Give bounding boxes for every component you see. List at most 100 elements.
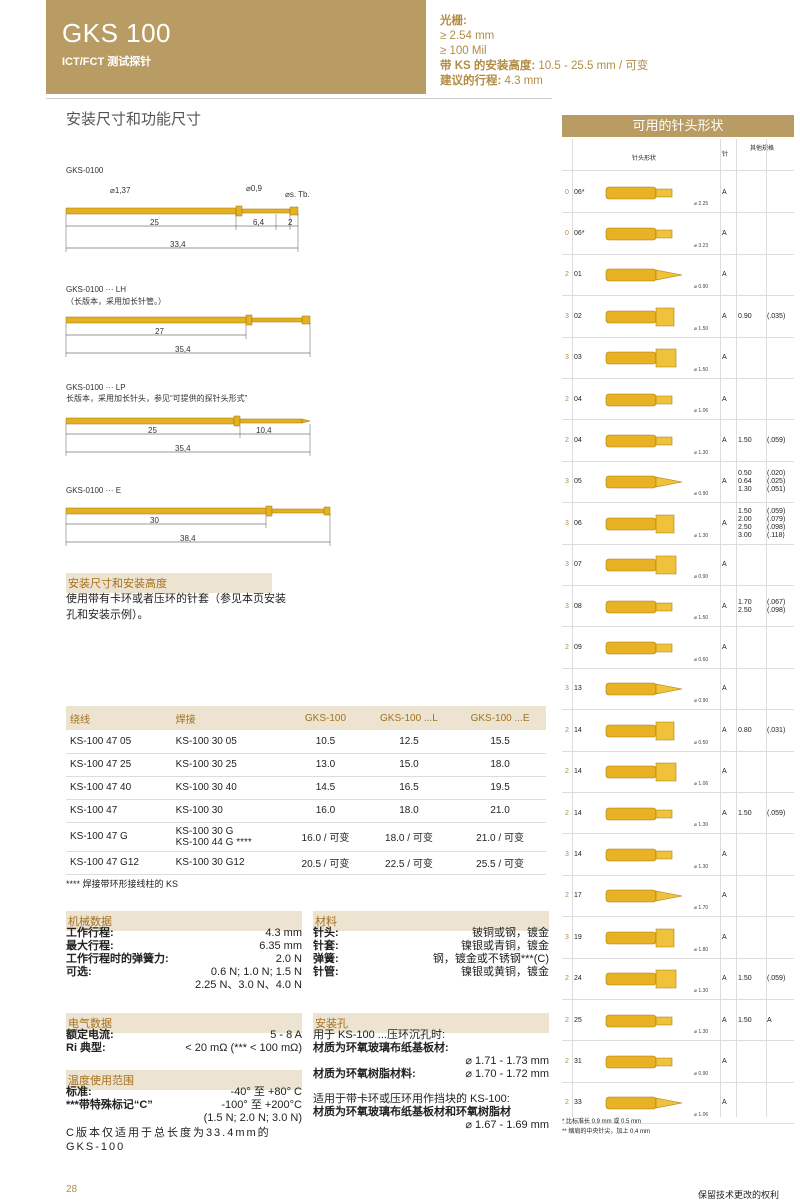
table-cell: KS-100 30 G KS-100 44 G **** bbox=[171, 822, 288, 852]
pin-tip-icon bbox=[605, 928, 675, 948]
drawing-dia1: ⌀1,37 bbox=[110, 186, 131, 195]
pin-tip-icon bbox=[605, 600, 673, 613]
pin-tip-icon bbox=[605, 227, 673, 241]
kv-value: 2.25 N、3.0 N、4.0 N bbox=[195, 979, 302, 991]
pin-a: A bbox=[722, 1058, 727, 1066]
pin-col-alt: 其他规格 bbox=[749, 146, 774, 152]
hole-line: 用于 KS-100 ...压环沉孔时: bbox=[313, 1029, 446, 1041]
pin-tip-icon bbox=[605, 1014, 673, 1027]
pin-a: A bbox=[722, 1016, 727, 1024]
dim-2: 6,4 bbox=[253, 218, 265, 227]
kv-row: 工作行程: 4.3 mm bbox=[66, 927, 302, 940]
spec-grid-mm: ≥ 2.54 mm bbox=[440, 30, 495, 42]
pin-a: A bbox=[722, 437, 727, 445]
pin-d: ⌀ 1.50 bbox=[694, 615, 709, 622]
pin-v1: 1.70 2.50 bbox=[738, 598, 752, 614]
kv-row: 针管: 镍银或黄铜，镀金 bbox=[313, 966, 549, 979]
table-cell: KS-100 30 40 bbox=[171, 776, 288, 800]
pin-s: 24 bbox=[574, 975, 582, 983]
pin-row: 2 17 A ⌀ 1.70 bbox=[562, 876, 794, 918]
pin-n: 2 bbox=[565, 809, 569, 817]
pin-a: A bbox=[722, 602, 727, 610]
pin-d: ⌀ 0.50 bbox=[694, 739, 709, 746]
section-title: 安装尺寸和功能尺寸 bbox=[66, 111, 202, 128]
spec-stroke-label: 建议的行程: bbox=[440, 75, 502, 87]
elec-data: 额定电流: 5 - 8 A Ri 典型: < 20 mΩ (*** < 100 mΩ) bbox=[66, 1029, 302, 1055]
pin-s: 09 bbox=[574, 644, 582, 652]
hole-line: ⌀ 1.67 - 1.69 mm bbox=[465, 1119, 549, 1131]
table-row: KS-100 47 25 KS-100 30 25 13.0 15.0 18.0 bbox=[66, 753, 546, 777]
pin-n: 2 bbox=[565, 437, 569, 445]
pin-row: 3 07 A ⌀ 0.90 bbox=[562, 545, 794, 586]
drawing-desc: 长版本，采用加长针头，参见“可提供的探针头形式” bbox=[66, 394, 248, 403]
pin-tip-icon bbox=[605, 721, 675, 741]
pin-d: ⌀ 2.25 bbox=[694, 201, 709, 208]
pin-n: 2 bbox=[565, 892, 569, 900]
kv-row: 2.25 N、3.0 N、4.0 N bbox=[66, 979, 302, 992]
pin-v2: (.031) bbox=[767, 726, 786, 734]
pin-n: 3 bbox=[565, 561, 569, 569]
kv-label: 可选: bbox=[66, 966, 92, 978]
pin-row: 3 08 A ⌀ 1.50 1.70 2.50 (.067) (.098) bbox=[562, 586, 794, 628]
pin-s: 17 bbox=[574, 892, 582, 900]
spec-grid-mil: ≥ 100 Mil bbox=[440, 45, 487, 57]
table-cell: 14.5 bbox=[287, 776, 364, 800]
table-row: KS-100 47 G12 KS-100 30 G12 20.5 / 可变 22.5 … bbox=[66, 851, 546, 875]
pin-d: ⌀ 1.80 bbox=[694, 946, 709, 953]
pin-s: 06 bbox=[574, 519, 582, 527]
hole-line: ⌀ 1.70 - 1.72 mm bbox=[465, 1068, 549, 1080]
pin-a: A bbox=[722, 685, 727, 693]
pin-v1: 0.90 bbox=[738, 312, 752, 320]
kv-row: 工作行程时的弹簧力: 2.0 N bbox=[66, 953, 302, 966]
spec-box: 光栅: ≥ 2.54 mm ≥ 100 Mil 带 KS 的安装高度: 10.5… bbox=[440, 14, 648, 89]
table-cell: 13.0 bbox=[287, 753, 364, 777]
pin-n: 2 bbox=[565, 1058, 569, 1066]
pin-d: ⌀ 1.06 bbox=[694, 408, 709, 415]
pin-a: A bbox=[722, 892, 727, 900]
pin-tip-icon bbox=[605, 348, 677, 368]
pin-tip-icon bbox=[605, 434, 673, 448]
table-cell: 16.0 / 可变 bbox=[287, 822, 364, 852]
pin-tip-icon bbox=[605, 641, 673, 655]
pin-tip-icon bbox=[605, 762, 677, 782]
sleeve-footnote: **** 焊接带环形接线柱的 KS bbox=[66, 879, 179, 889]
pin-d: ⌀ 1.30 bbox=[694, 822, 709, 829]
table-cell: 25.5 / 可变 bbox=[454, 851, 546, 875]
kv-value: -40° 至 +80° C bbox=[230, 1086, 302, 1098]
pin-row: 2 31 A ⌀ 0.90 bbox=[562, 1041, 794, 1083]
pin-row: 2 14 A ⌀ 0.50 0.80 (.031) bbox=[562, 710, 794, 752]
kv-label: 最大行程: bbox=[66, 940, 114, 952]
pin-row: 2 04 A ⌀ 1.30 1.50 (.059) bbox=[562, 420, 794, 462]
table-header: 绕线 焊接 GKS-100 GKS-100 ...L GKS-100 ...E bbox=[66, 706, 546, 730]
pin-row: 2 25 A ⌀ 1.30 1.50 A bbox=[562, 1000, 794, 1042]
pin-tip-icon bbox=[605, 555, 677, 575]
dim-2: 10,4 bbox=[256, 426, 272, 435]
pin-d: ⌀ 1.30 bbox=[694, 1029, 709, 1036]
pin-a: A bbox=[722, 644, 727, 652]
table-cell: 15.0 bbox=[363, 753, 455, 777]
drawing-desc: （长版本，采用加长针管。） bbox=[66, 297, 166, 306]
pin-d: ⌀ 1.30 bbox=[694, 987, 709, 994]
kv-value: -100° 至 +200°C bbox=[221, 1099, 302, 1111]
pin-col-head: 针头形状 bbox=[632, 156, 657, 162]
table-cell: 22.5 / 可变 bbox=[363, 851, 455, 875]
table-cell: 20.5 / 可变 bbox=[287, 851, 364, 875]
pin-n: 2 bbox=[565, 975, 569, 983]
pin-n: 2 bbox=[565, 395, 569, 403]
probe-drawing-1 bbox=[65, 205, 299, 252]
pin-s: 14 bbox=[574, 726, 582, 734]
table-cell: 18.0 bbox=[363, 799, 455, 823]
dim-1: 25 bbox=[150, 218, 159, 227]
dim-1: 25 bbox=[148, 426, 157, 435]
drawing-tip: ⌀s. Tb. bbox=[285, 190, 310, 199]
pin-n: 2 bbox=[565, 644, 569, 652]
divider bbox=[46, 98, 552, 99]
kv-value: 镍银或青铜，镀金 bbox=[461, 940, 549, 952]
pin-row: 3 19 A ⌀ 1.80 bbox=[562, 917, 794, 959]
pin-row: 3 03 A ⌀ 1.50 bbox=[562, 338, 794, 379]
install-title: 安装尺寸和安装高度 bbox=[66, 573, 272, 593]
pin-s: 25 bbox=[574, 1016, 582, 1024]
pin-a: A bbox=[722, 395, 727, 403]
drawing-title: GKS-0100 ··· LH bbox=[66, 285, 127, 294]
dim-1: 30 bbox=[150, 516, 159, 525]
